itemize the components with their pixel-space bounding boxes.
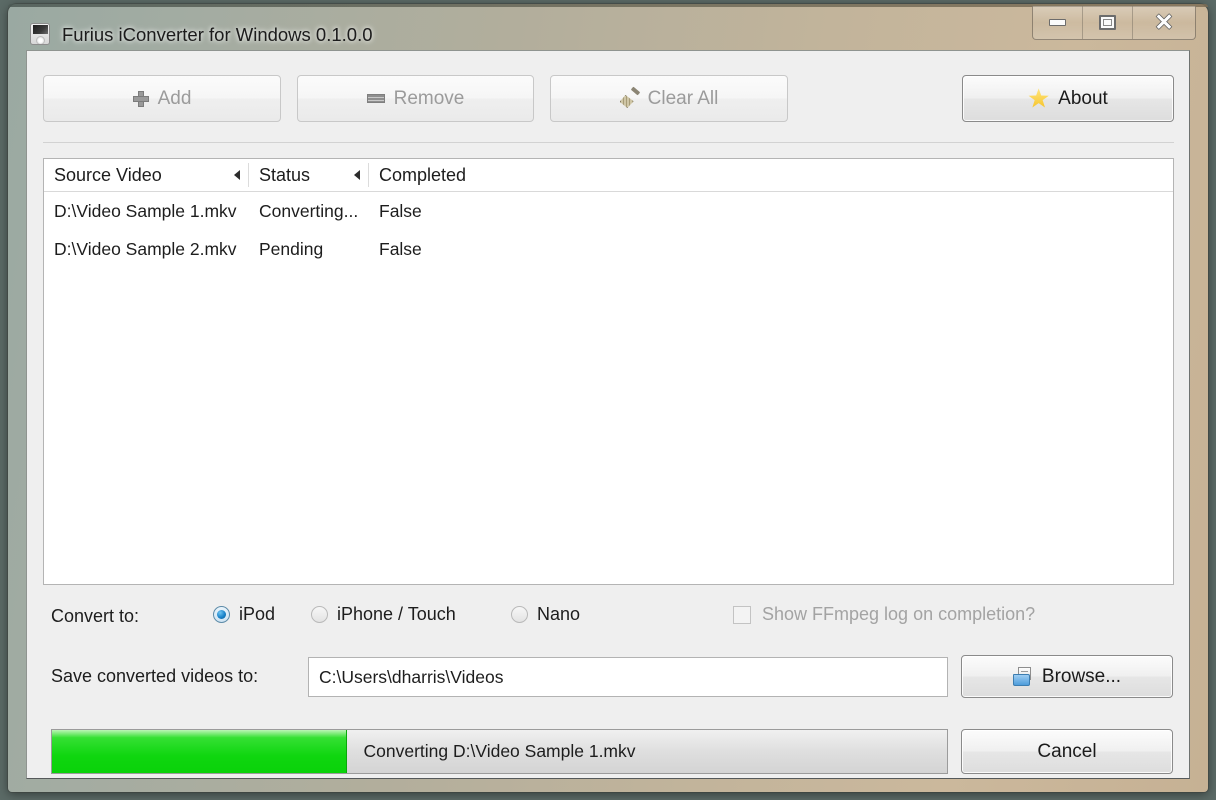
save-path-label: Save converted videos to: (51, 666, 259, 686)
close-icon: ✕ (1154, 9, 1174, 35)
toolbar-separator (43, 142, 1174, 143)
list-header: Source Video Status Completed (44, 159, 1173, 192)
minimize-icon (1049, 19, 1066, 26)
column-header-completed-label: Completed (379, 164, 467, 185)
cancel-button-label: Cancel (1037, 740, 1097, 762)
radio-nano-indicator (511, 606, 528, 623)
radio-iphone-touch-indicator (311, 606, 328, 623)
radio-nano[interactable]: Nano (511, 604, 580, 625)
radio-iphone-touch[interactable]: iPhone / Touch (311, 604, 456, 625)
plus-icon (132, 90, 149, 107)
column-header-source-video-label: Source Video (54, 164, 162, 185)
cell-status: Pending (259, 238, 324, 259)
convert-to-label: Convert to: (51, 606, 140, 626)
clear-all-button[interactable]: Clear All (550, 75, 788, 122)
cell-source-video: D:\Video Sample 2.mkv (54, 238, 237, 259)
table-row[interactable]: D:\Video Sample 2.mkv Pending False (44, 230, 1173, 268)
maximize-icon (1099, 15, 1116, 30)
radio-ipod-label: iPod (239, 604, 276, 624)
radio-ipod-indicator (213, 606, 230, 623)
star-icon (1028, 88, 1049, 108)
window-title: Furius iConverter for Windows 0.1.0.0 (62, 24, 373, 45)
browse-button[interactable]: Browse... (961, 655, 1173, 698)
save-path-input[interactable]: C:\Users\dharris\Videos (308, 657, 948, 697)
radio-nano-label: Nano (537, 604, 581, 624)
folder-icon (1012, 667, 1035, 686)
maximize-button[interactable] (1083, 6, 1133, 39)
save-path-row: Save converted videos to: C:\Users\dharr… (43, 655, 1174, 698)
progress-status-text: Converting D:\Video Sample 1.mkv (363, 741, 636, 761)
cancel-button[interactable]: Cancel (961, 729, 1173, 774)
ipod-icon (30, 23, 50, 45)
window-controls: ✕ (1032, 6, 1196, 40)
add-button[interactable]: Add (43, 75, 281, 122)
ipod-clickwheel (36, 36, 45, 44)
cell-completed: False (379, 238, 422, 259)
add-button-label: Add (157, 87, 192, 109)
table-row[interactable]: D:\Video Sample 1.mkv Converting... Fals… (44, 192, 1173, 230)
column-header-status-label: Status (259, 164, 311, 185)
about-button-label: About (1058, 87, 1108, 109)
remove-button[interactable]: Remove (297, 75, 534, 122)
conversion-progress-bar: Converting D:\Video Sample 1.mkv (51, 729, 948, 774)
browse-button-label: Browse... (1041, 665, 1122, 687)
remove-button-label: Remove (393, 87, 465, 109)
broom-icon (619, 86, 640, 108)
video-list[interactable]: Source Video Status Completed D:\Video S… (43, 158, 1174, 585)
show-ffmpeg-log-checkbox[interactable]: Show FFmpeg log on completion? (733, 604, 1035, 625)
column-resize-handle-icon[interactable] (234, 170, 240, 180)
application-window: Furius iConverter for Windows 0.1.0.0 ✕ … (8, 4, 1208, 792)
column-header-completed[interactable]: Completed (369, 159, 529, 191)
radio-iphone-touch-label: iPhone / Touch (337, 604, 456, 624)
ipod-screen (33, 25, 48, 34)
column-header-source-video[interactable]: Source Video (44, 159, 249, 191)
about-button[interactable]: About (962, 75, 1174, 122)
progress-row: Converting D:\Video Sample 1.mkv Cancel (43, 729, 1174, 776)
show-ffmpeg-log-label: Show FFmpeg log on completion? (762, 604, 1036, 624)
column-header-status[interactable]: Status (249, 159, 369, 191)
cell-status: Converting... (259, 200, 359, 221)
cell-completed: False (379, 200, 422, 221)
options-row: Convert to: iPod iPhone / Touch Nano Sho… (43, 599, 1174, 633)
minimize-button[interactable] (1033, 6, 1083, 39)
radio-ipod[interactable]: iPod (213, 604, 275, 625)
close-button[interactable]: ✕ (1133, 6, 1195, 39)
clear-all-button-label: Clear All (647, 87, 719, 109)
client-area: Add Remove Clear All About Source Video (26, 50, 1190, 779)
column-resize-handle-icon[interactable] (354, 170, 360, 180)
checkbox-indicator (733, 605, 751, 624)
dash-icon (366, 94, 385, 103)
cell-source-video: D:\Video Sample 1.mkv (54, 200, 237, 221)
